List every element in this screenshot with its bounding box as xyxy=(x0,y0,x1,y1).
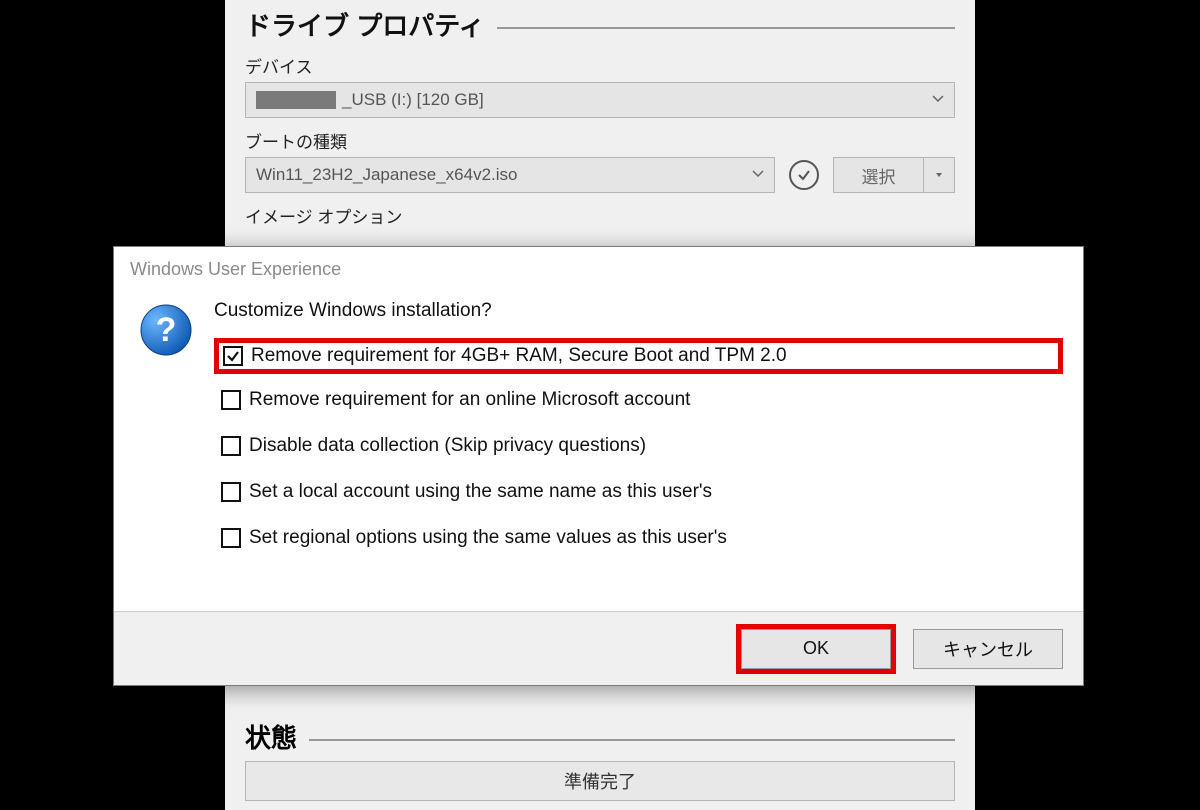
image-option-label: イメージ オプション xyxy=(245,203,955,228)
status-heading: 状態 xyxy=(245,718,955,755)
device-label: デバイス xyxy=(245,53,955,78)
boot-type-value: Win11_23H2_Japanese_x64v2.iso xyxy=(256,165,517,185)
dialog-options: Customize Windows installation? Remove r… xyxy=(214,300,1063,611)
question-icon: ? xyxy=(140,304,192,356)
select-button-chevron[interactable] xyxy=(924,158,954,192)
option-set-regional[interactable]: Set regional options using the same valu… xyxy=(214,518,1063,558)
wue-dialog: Windows User Experience ? Customize Wind… xyxy=(113,246,1084,686)
option-disable-data-collection[interactable]: Disable data collection (Skip privacy qu… xyxy=(214,426,1063,466)
chevron-down-icon xyxy=(932,90,944,110)
option-label: Disable data collection (Skip privacy qu… xyxy=(249,435,646,457)
drive-properties-heading: ドライブ プロパティ xyxy=(245,6,955,43)
option-remove-hw-req[interactable]: Remove requirement for 4GB+ RAM, Secure … xyxy=(214,338,1063,374)
ok-button-label: OK xyxy=(803,638,829,659)
status-value: 準備完了 xyxy=(564,768,636,794)
checkbox[interactable] xyxy=(223,346,243,366)
checkbox[interactable] xyxy=(221,482,241,502)
cancel-button[interactable]: キャンセル xyxy=(913,629,1063,669)
dialog-body: ? Customize Windows installation? Remove… xyxy=(114,280,1083,611)
select-button[interactable]: 選択 xyxy=(833,157,955,193)
status-bar: 準備完了 xyxy=(245,761,955,801)
dialog-title: Windows User Experience xyxy=(114,247,1083,280)
option-label: Set a local account using the same name … xyxy=(249,481,712,503)
status-title: 状態 xyxy=(245,718,297,755)
ok-button[interactable]: OK xyxy=(741,629,891,669)
drive-properties-title: ドライブ プロパティ xyxy=(245,6,485,43)
cancel-button-label: キャンセル xyxy=(943,636,1033,662)
boot-type-dropdown[interactable]: Win11_23H2_Japanese_x64v2.iso xyxy=(245,157,775,193)
dialog-footer: OK キャンセル xyxy=(114,611,1083,685)
option-label: Remove requirement for an online Microso… xyxy=(249,389,690,411)
checkbox[interactable] xyxy=(221,390,241,410)
svg-text:?: ? xyxy=(156,311,177,349)
option-remove-ms-account[interactable]: Remove requirement for an online Microso… xyxy=(214,380,1063,420)
dialog-prompt: Customize Windows installation? xyxy=(214,300,1063,322)
divider xyxy=(497,27,955,29)
option-set-local-account[interactable]: Set a local account using the same name … xyxy=(214,472,1063,512)
device-value: _USB (I:) [120 GB] xyxy=(342,90,484,110)
verify-icon[interactable] xyxy=(789,160,819,190)
checkbox[interactable] xyxy=(221,528,241,548)
checkbox[interactable] xyxy=(221,436,241,456)
select-button-label: 選択 xyxy=(834,158,924,192)
redacted-mask xyxy=(256,91,336,109)
chevron-down-icon xyxy=(752,165,764,185)
boot-type-label: ブートの種類 xyxy=(245,128,955,153)
divider xyxy=(309,739,955,741)
option-label: Set regional options using the same valu… xyxy=(249,527,727,549)
boot-type-row: Win11_23H2_Japanese_x64v2.iso 選択 xyxy=(245,157,955,193)
option-label: Remove requirement for 4GB+ RAM, Secure … xyxy=(251,345,787,367)
device-dropdown[interactable]: _USB (I:) [120 GB] xyxy=(245,82,955,118)
